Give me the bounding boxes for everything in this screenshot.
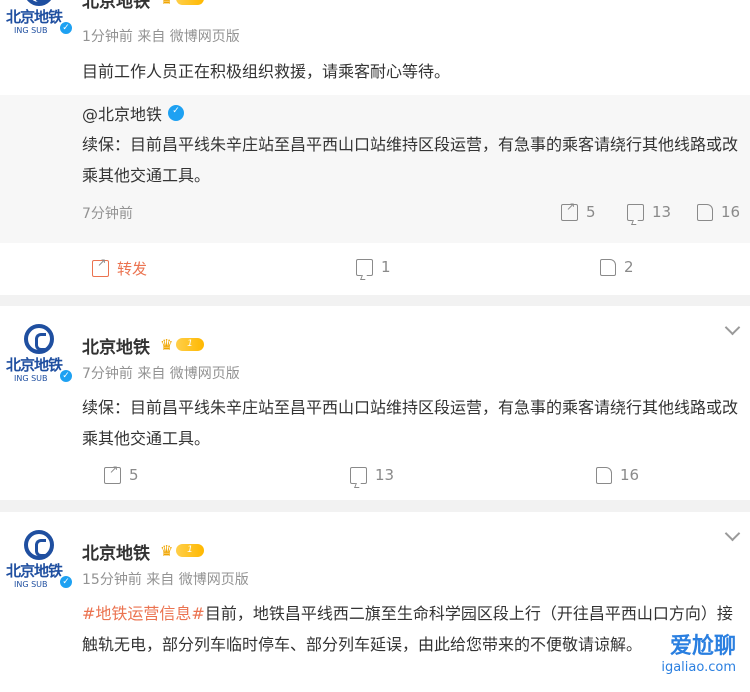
share-label: 转发 [117,260,148,278]
post-text: 续保：目前昌平线朱辛庄站至昌平西山口站维持区段运营，有急事的乘客请绕行其他线路或… [82,398,739,448]
metro-logo-icon [24,530,54,560]
post-meta: 15分钟前 来自 微博网页版 [82,572,249,588]
avatar-logo-text: 北京地铁 [6,562,63,580]
post-meta: 7分钟前 来自 微博网页版 [82,366,240,382]
like-button[interactable]: 16 [596,466,639,484]
repost-time: 7分钟前 [82,206,133,222]
repost-share-button[interactable]: 5 [561,200,596,221]
like-icon [697,203,713,221]
comment-button[interactable]: 13 [350,466,394,484]
crown-icon: ♛1 [160,541,206,560]
comment-count: 13 [375,466,395,484]
verified-icon: ✓ [58,20,74,36]
avatar-logo-sub: ING SUB [14,26,48,35]
comment-icon [350,466,367,484]
post-card-1: 北京地铁 ING SUB ✓ 北京地铁 ♛1 1分钟前 来自 微博网页版 目前工… [0,0,750,295]
avatar[interactable]: 北京地铁 ING SUB ✓ [6,0,74,40]
level-badge: 1 [176,544,204,557]
avatar-logo-text: 北京地铁 [6,8,63,26]
hashtag-link[interactable]: #地铁运营信息# [82,604,205,623]
level-badge: 1 [176,338,204,351]
post-card-3: 北京地铁 ING SUB ✓ 北京地铁 ♛ 1 15分钟前 来自 微博网页版 #地… [0,512,750,692]
level-badge: 1 [176,0,204,5]
comment-count: 1 [381,258,391,276]
verified-icon: ✓ [168,105,185,121]
repost-comment-button[interactable]: 13 [627,203,671,221]
share-icon [561,200,578,221]
repost-text: 续保：目前昌平线朱辛庄站至昌平西山口站维持区段运营，有急事的乘客请绕行其他线路或… [82,135,739,185]
avatar-logo-text: 北京地铁 [6,356,63,374]
author-name[interactable]: 北京地铁 [82,539,150,564]
post-text: #地铁运营信息#目前，地铁昌平线西二旗至生命科学园区段上行（开往昌平西山口方向）… [82,598,742,660]
crown-icon: ♛1 [160,335,206,354]
avatar-logo-sub: ING SUB [14,580,48,589]
watermark-title: 爱尬聊 [669,634,736,659]
post-text: 目前工作人员正在积极组织救援，请乘客耐心等待。 [82,62,451,81]
like-count: 16 [721,203,741,221]
crown-icon: ♛1 [160,0,206,8]
metro-logo-icon [24,324,54,354]
chevron-down-icon[interactable] [724,525,741,542]
share-icon [92,256,109,277]
avatar-logo-sub: ING SUB [14,374,48,383]
share-count: 5 [129,466,139,484]
avatar[interactable]: 北京地铁 ING SUB ✓ [6,324,74,388]
verified-icon: ✓ [58,368,74,384]
comment-count: 13 [652,203,672,221]
repost-box[interactable]: @北京地铁 ✓ 续保：目前昌平线朱辛庄站至昌平西山口站维持区段运营，有急事的乘客… [0,95,750,243]
watermark-url: igaliao.com [661,660,736,675]
share-button[interactable]: 转发 [92,256,148,279]
post-card-2: 北京地铁 ING SUB ✓ 北京地铁 ♛ 1 7分钟前 来自 微博网页版 续保：… [0,306,750,500]
avatar[interactable]: 北京地铁 ING SUB ✓ [6,530,74,594]
like-button[interactable]: 2 [600,258,634,276]
share-button[interactable]: 5 [104,463,139,484]
share-count: 5 [586,203,596,221]
author-name[interactable]: 北京地铁 [82,0,150,12]
comment-icon [627,203,644,221]
repost-like-button[interactable]: 16 [697,203,740,221]
like-count: 2 [624,258,634,276]
like-count: 16 [620,466,640,484]
author-name[interactable]: 北京地铁 [82,333,150,358]
watermark: 爱尬聊 igaliao.com [661,628,736,675]
post-meta: 1分钟前 来自 微博网页版 [82,29,240,45]
share-icon [104,463,121,484]
repost-author[interactable]: @北京地铁 [82,101,162,125]
chevron-down-icon[interactable] [724,319,741,336]
comment-icon [356,258,373,276]
like-icon [596,466,612,484]
like-icon [600,258,616,276]
comment-button[interactable]: 1 [356,258,391,276]
verified-icon: ✓ [58,574,74,590]
